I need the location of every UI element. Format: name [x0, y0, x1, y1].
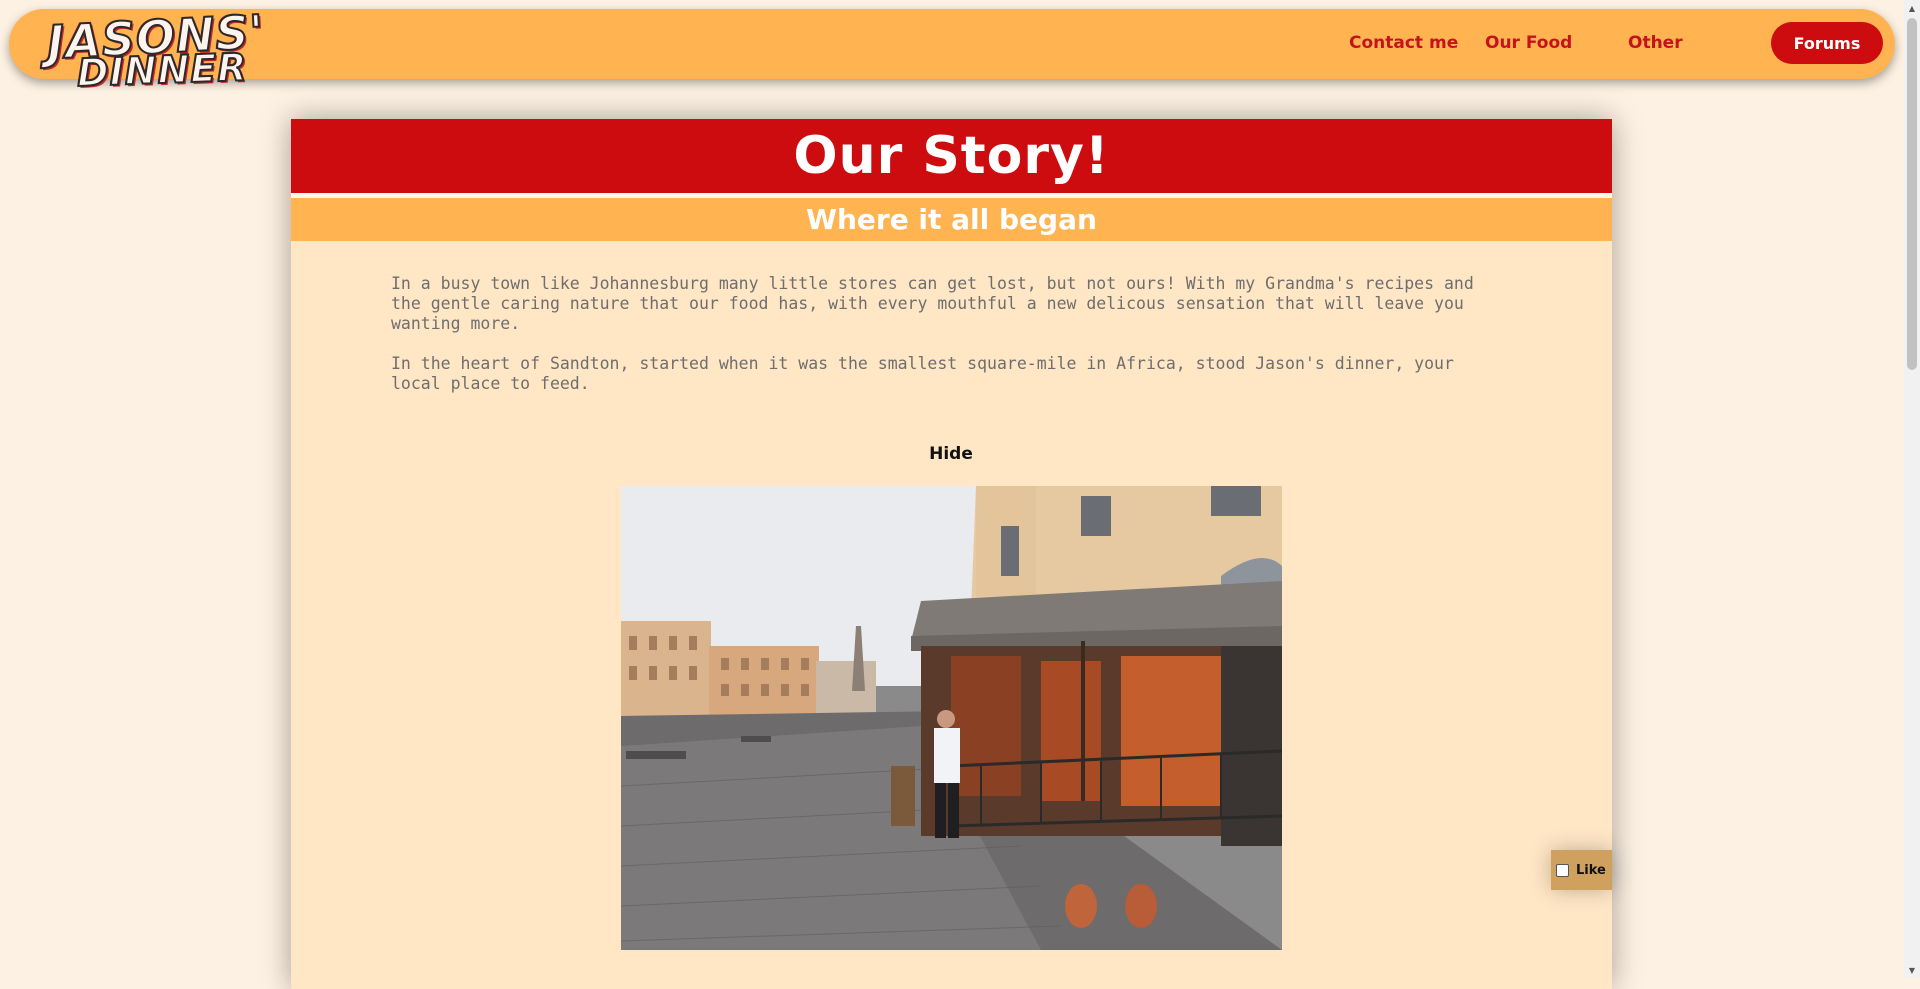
page-top-edge — [0, 0, 1905, 7]
story-card: Our Story! Where it all began In a busy … — [291, 119, 1612, 989]
logo-line-2: DINNER — [75, 44, 249, 96]
triangle-up-icon[interactable]: ▲ — [1904, 0, 1920, 16]
scrollbar-thumb[interactable] — [1907, 18, 1917, 370]
subtitle-bar: Where it all began — [291, 198, 1612, 241]
story-paragraph-1: In a busy town like Johannesburg many li… — [391, 274, 1474, 333]
title-bar: Our Story! — [291, 119, 1612, 193]
like-toggle[interactable]: Like — [1551, 850, 1612, 890]
nav-food-link[interactable]: Our Food — [1485, 33, 1572, 53]
story-text: In a busy town like Johannesburg many li… — [391, 274, 1501, 414]
nav-contact-link[interactable]: Contact me — [1349, 33, 1458, 53]
page-subtitle: Where it all began — [806, 203, 1097, 236]
page-title: Our Story! — [793, 126, 1110, 186]
story-paragraph-2: In the heart of Sandton, started when it… — [391, 354, 1454, 393]
restaurant-photo-image — [621, 486, 1282, 950]
like-label: Like — [1576, 862, 1606, 878]
forums-button[interactable]: Forums — [1771, 22, 1883, 64]
site-header: JASONS' DINNER Contact me Our Food Other… — [9, 3, 1895, 96]
nav-other-link[interactable]: Other — [1628, 33, 1683, 53]
triangle-down-icon[interactable]: ▼ — [1904, 962, 1920, 978]
vertical-scrollbar[interactable]: ▲ ▼ — [1904, 0, 1920, 978]
like-checkbox[interactable] — [1556, 863, 1569, 877]
hide-button[interactable]: Hide — [901, 441, 1001, 467]
site-logo[interactable]: JASONS' DINNER — [41, 3, 301, 96]
restaurant-photo — [621, 486, 1282, 950]
